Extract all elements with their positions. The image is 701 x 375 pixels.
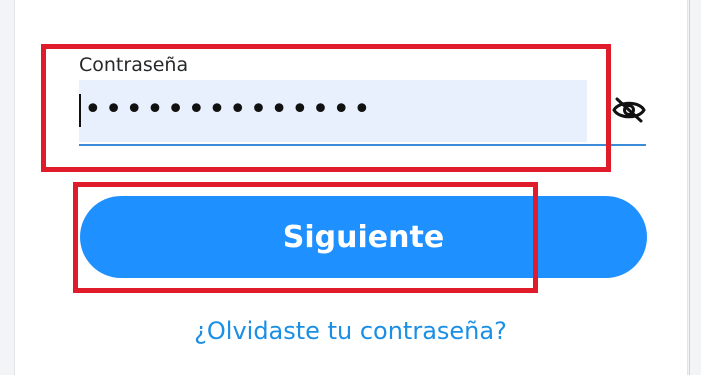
password-masked-value: •••••••••••••• [84,92,374,127]
siguiente-button[interactable]: Siguiente [80,196,647,278]
eye-slash-icon[interactable] [611,96,647,124]
forgot-password-link[interactable]: ¿Olvidaste tu contraseña? [0,316,701,346]
login-page: Contraseña •••••••••••••• Siguiente ¿Olv… [0,0,701,375]
password-label: Contraseña [79,54,189,76]
text-caret [79,94,81,127]
password-underline [79,144,646,146]
